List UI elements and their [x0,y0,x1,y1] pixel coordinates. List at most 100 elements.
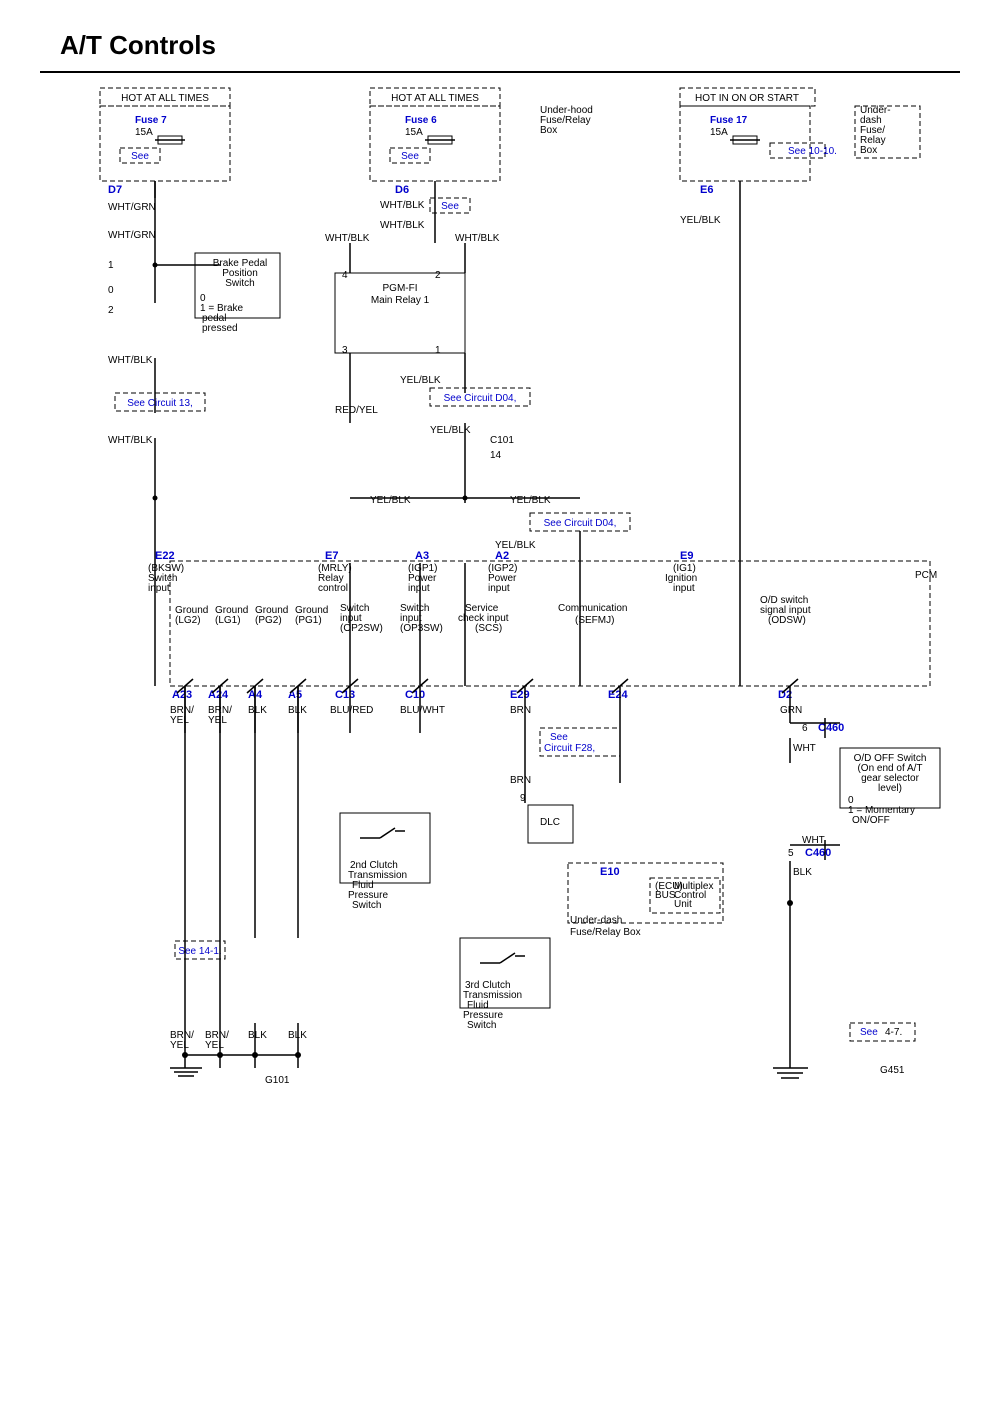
svg-text:WHT/BLK: WHT/BLK [325,233,370,244]
svg-text:WHT/BLK: WHT/BLK [380,200,425,211]
svg-text:BLU/RED: BLU/RED [330,705,373,716]
e24-label: E24 [608,689,628,701]
svg-text:(SEFMJ): (SEFMJ) [575,615,614,626]
e9-label: E9 [680,550,693,562]
svg-text:BLK: BLK [248,705,267,716]
svg-text:WHT/BLK: WHT/BLK [108,435,153,446]
svg-text:(PG1): (PG1) [295,615,322,626]
svg-text:YEL: YEL [205,1040,224,1051]
a24-label: A24 [208,689,229,701]
svg-text:WHT/BLK: WHT/BLK [455,233,500,244]
page-title: A/T Controls [0,0,1000,71]
svg-text:Switch: Switch [225,278,254,289]
d7-label: D7 [108,184,122,196]
svg-text:level): level) [878,783,902,794]
hot-label-3: HOT IN ON OR START [695,93,799,104]
svg-text:Switch: Switch [467,1020,496,1031]
svg-text:YEL/BLK: YEL/BLK [680,215,721,226]
svg-text:YEL/BLK: YEL/BLK [370,495,411,506]
svg-text:(SCS): (SCS) [475,623,502,634]
svg-text:1: 1 [108,260,114,271]
svg-text:YEL: YEL [208,715,227,726]
fuse7-label: Fuse 7 [135,115,167,126]
svg-text:C101: C101 [490,435,514,446]
svg-text:Box: Box [540,125,557,136]
svg-text:15A: 15A [135,127,153,138]
d6-label: D6 [395,184,409,196]
fuse7-see[interactable]: See [131,151,149,162]
svg-text:5: 5 [788,848,794,859]
see-circuit13[interactable]: See Circuit 13, [127,398,193,409]
svg-text:YEL: YEL [170,1040,189,1051]
a5-label: A5 [288,689,302,701]
svg-text:BRN: BRN [510,775,531,786]
svg-text:ON/OFF: ON/OFF [852,815,890,826]
svg-text:4-7.: 4-7. [885,1027,902,1038]
svg-text:(OP3SW): (OP3SW) [400,623,443,634]
fuse6-label: Fuse 6 [405,115,437,126]
see-circuit-f28[interactable]: See [550,732,568,743]
svg-text:input: input [673,583,695,594]
svg-text:WHT/GRN: WHT/GRN [108,230,156,241]
svg-text:YEL/BLK: YEL/BLK [510,495,551,506]
pgm-relay-label: PGM-FI [383,283,418,294]
svg-text:Circuit F28,: Circuit F28, [544,743,595,754]
svg-text:Fuse/Relay Box: Fuse/Relay Box [570,927,641,938]
svg-text:(ODSW): (ODSW) [768,615,806,626]
e22-label: E22 [155,550,175,562]
svg-text:BLU/WHT: BLU/WHT [400,705,445,716]
svg-text:(LG1): (LG1) [215,615,241,626]
see-10-10[interactable]: See 10-10. [788,146,837,157]
a3-label: A3 [415,550,429,562]
pcm-label: PCM [915,570,937,581]
svg-text:Unit: Unit [674,899,692,910]
svg-text:GRN: GRN [780,705,802,716]
svg-text:WHT/GRN: WHT/GRN [108,202,156,213]
g451-label: G451 [880,1065,905,1076]
svg-text:2: 2 [435,270,441,281]
svg-text:BLK: BLK [793,867,812,878]
svg-text:(LG2): (LG2) [175,615,201,626]
hot-label-1: HOT AT ALL TIMES [121,93,209,104]
svg-text:WHT/BLK: WHT/BLK [108,355,153,366]
svg-text:C460: C460 [818,722,844,734]
svg-text:pressed: pressed [202,323,238,334]
svg-text:BLK: BLK [288,1030,307,1041]
svg-text:(PG2): (PG2) [255,615,282,626]
fuse6-see[interactable]: See [401,151,419,162]
svg-text:14: 14 [490,450,502,461]
svg-text:15A: 15A [405,127,423,138]
svg-text:2: 2 [108,305,114,316]
see-4-7[interactable]: See [860,1027,878,1038]
svg-text:BUS: BUS [655,890,676,901]
a23-label: A23 [172,689,192,701]
svg-text:input: input [408,583,430,594]
hot-label-2: HOT AT ALL TIMES [391,93,479,104]
svg-text:input: input [488,583,510,594]
svg-text:6: 6 [802,723,808,734]
fuse17-label: Fuse 17 [710,115,748,126]
svg-text:RED/YEL: RED/YEL [335,405,378,416]
svg-text:control: control [318,583,348,594]
d6-see[interactable]: See [441,201,459,212]
svg-text:BRN: BRN [510,705,531,716]
svg-text:Switch: Switch [352,900,381,911]
svg-text:15A: 15A [710,127,728,138]
svg-text:C460: C460 [805,847,831,859]
svg-text:4: 4 [342,270,348,281]
a2-label: A2 [495,550,509,562]
svg-text:Main Relay 1: Main Relay 1 [371,295,430,306]
dlc-label: DLC [540,817,560,828]
see-circuit-d04-top[interactable]: See Circuit D04, [444,393,517,404]
g101-label: G101 [265,1075,290,1086]
e6-label: E6 [700,184,713,196]
see-circuit-d04-bottom[interactable]: See Circuit D04, [544,518,617,529]
e7-label: E7 [325,550,338,562]
svg-text:BLK: BLK [248,1030,267,1041]
svg-text:WHT: WHT [793,743,816,754]
diagram-container: text { font-family: Arial, sans-serif; f… [40,71,960,1343]
wiring-diagram: text { font-family: Arial, sans-serif; f… [40,83,960,1343]
svg-text:WHT/BLK: WHT/BLK [380,220,425,231]
svg-text:YEL/BLK: YEL/BLK [400,375,441,386]
e10-label: E10 [600,866,620,878]
